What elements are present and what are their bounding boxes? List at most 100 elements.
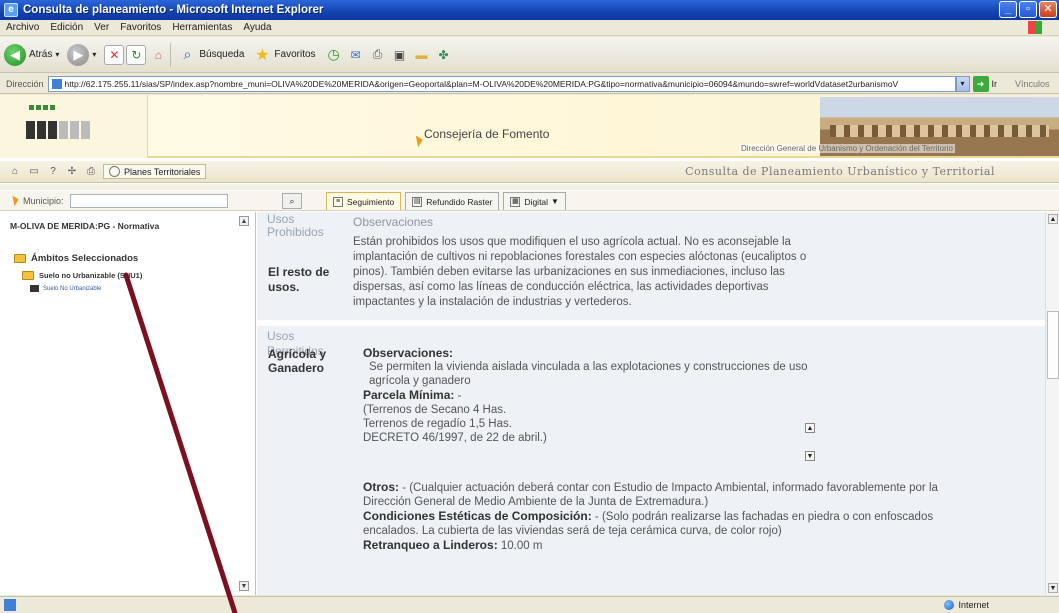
municipio-label: Municipio: [23,195,64,206]
menu-edicion[interactable]: Edición [50,22,83,33]
menu-favoritos[interactable]: Favoritos [120,22,161,33]
otros-text: - (Cualquier actuación deberá contar con… [363,482,938,508]
favorites-label: Favoritos [274,49,316,60]
menu-bar: Archivo Edición Ver Favoritos Herramient… [0,20,1059,36]
menu-ayuda[interactable]: Ayuda [243,22,271,33]
tab-refundido-label: Refundido Raster [426,196,493,207]
forward-dropdown-icon[interactable]: ▾ [92,50,96,59]
favorites-button[interactable]: ★ Favoritos [252,45,315,65]
stop-icon[interactable]: ✕ [104,44,125,65]
menu-ver[interactable]: Ver [94,22,109,33]
url-dropdown-icon[interactable]: ▾ [955,75,970,92]
prohibidos-text: Están prohibidos los usos que modifiquen… [353,236,807,308]
go-button[interactable]: Ir [992,79,998,89]
close-button[interactable]: ✕ [1039,1,1057,18]
print-icon[interactable]: ⎙ [368,45,388,65]
municipio-arrow-icon [8,195,19,206]
usos-prohibidos-heading: Usos Prohibidos [267,212,324,239]
tree-item-ambitos-label: Ámbitos Seleccionados [31,253,139,264]
tree-scroll-down-icon[interactable]: ▼ [239,581,249,591]
internet-globe-icon [944,600,955,610]
parcela-minima-row: Parcela Mínima: - [363,388,823,403]
search-button[interactable]: ⌕ Búsqueda [177,45,244,65]
back-arrow-icon: ◀ [4,43,26,66]
page-nav-icon[interactable]: ▭ [27,165,41,179]
tree-item-ambitos[interactable]: Ámbitos Seleccionados [14,253,138,264]
menu-archivo[interactable]: Archivo [6,22,39,33]
home-icon[interactable]: ⌂ [148,45,168,65]
inner-scroll-down-icon[interactable]: ▼ [805,451,815,461]
agricola-ganadero-label: Agrícola y Ganadero [268,347,327,375]
search-label: Búsqueda [199,49,245,60]
settings-nav-icon[interactable]: ✢ [65,165,79,179]
minimize-button[interactable]: _ [999,1,1017,18]
magnifier-search-button[interactable]: ⌕ [282,193,302,209]
planes-territoriales-button[interactable]: Planes Territoriales [103,164,207,179]
grid-icon: ▦ [510,196,521,207]
logo-dots [29,105,55,110]
url-text: http://62.175.255.11/sias/SP/index.asp?n… [64,78,899,89]
tree-item-snu1[interactable]: Suelo no Urbanizable (SNU1) [22,271,142,280]
tree-header: M-OLIVA DE MERIDA:PG - Normativa [10,221,160,231]
view-tabs: ≡ Seguimiento ▤ Refundido Raster ▦ Digit… [326,192,570,210]
url-input[interactable]: http://62.175.255.11/sias/SP/index.asp?n… [47,75,956,92]
observaciones-label: Observaciones: [363,346,454,360]
menu-herramientas[interactable]: Herramientas [172,22,232,33]
inner-scroll-up-icon[interactable]: ▲ [805,423,815,433]
folder-icon[interactable]: ▬ [412,45,432,65]
maximize-button[interactable]: ▫ [1019,1,1037,18]
back-button[interactable]: ◀ Atrás ▾ [4,43,59,66]
scroll-down-icon[interactable]: ▼ [1048,583,1058,593]
window-title-bar[interactable]: e Consulta de planeamiento - Microsoft I… [0,0,1059,20]
banner-arrow-icon [411,135,423,148]
site-title: Consulta de Planeamiento Urbanístico y T… [685,165,995,178]
page-status-icon [4,599,16,611]
tree-scroll-up-icon[interactable]: ▲ [239,216,249,226]
edit-icon[interactable]: ▣ [390,45,410,65]
globe-icon [109,166,120,177]
toolbar-separator [170,42,172,67]
tree-item-suelo-label: Suelo No Urbanizable [43,285,102,292]
municipio-input[interactable] [69,193,228,208]
parcela-minima-label: Parcela Mínima: [363,388,455,402]
retranqueo-value: 10.00 m [497,540,543,552]
go-arrow-icon[interactable]: ➜ [972,75,989,92]
tree-item-suelo[interactable]: Suelo No Urbanizable [30,285,101,292]
mail-icon[interactable]: ✉ [346,45,366,65]
history-icon[interactable]: ◷ [324,45,344,65]
content-scrollbar[interactable]: ▲ ▼ [1045,212,1059,595]
forward-button[interactable]: ▶ ▾ [67,43,96,66]
print-nav-icon[interactable]: ⎙ [84,165,98,179]
back-label: Atrás [29,49,53,60]
tab-digital[interactable]: ▦ Digital ▼ [503,192,566,210]
help-nav-icon[interactable]: ? [46,165,60,179]
scroll-up-icon[interactable]: ▲ [1048,214,1058,224]
document-icon: ≡ [333,196,343,207]
parcela-line-regadio: Terrenos de regadío 1,5 Has. [363,418,512,430]
tab-refundido-raster[interactable]: ▤ Refundido Raster [405,192,500,210]
address-bar: Dirección http://62.175.255.11/sias/SP/i… [0,74,1059,94]
scroll-thumb[interactable] [1047,311,1059,379]
normativa-content: Usos Prohibidos Observaciones El resto d… [257,212,1059,595]
condiciones-label: Condiciones Estéticas de Composición: [363,509,592,523]
municipio-bar: Municipio: ⌕ ≡ Seguimiento ▤ Refundido R… [0,191,1059,211]
refresh-icon[interactable]: ↻ [126,44,147,65]
internet-explorer-icon: e [4,3,18,17]
parcela-line-secano: (Terrenos de Secano 4 Has. [363,404,507,416]
parcela-minima-dash: - [454,390,462,402]
page-icon [51,78,62,89]
window-title: Consulta de planeamiento - Microsoft Int… [23,4,324,16]
tab-seguimiento[interactable]: ≡ Seguimiento [326,192,402,210]
tab-digital-dropdown-icon: ▼ [551,197,559,206]
tab-digital-label: Digital [524,196,549,207]
zone-label: Internet [958,600,989,610]
back-dropdown-icon[interactable]: ▾ [55,50,59,59]
observaciones-text: Se permiten la vivienda aislada vinculad… [369,361,808,387]
junta-logo [0,95,148,158]
security-zone: Internet [944,600,989,610]
links-button[interactable]: Vínculos [1015,79,1050,89]
retranqueo-label: Retranqueo a Linderos: [363,538,498,552]
messenger-icon[interactable]: ✤ [434,45,454,65]
site-nav-bar: ⌂ ▭ ? ✢ ⎙ Planes Territoriales Consulta … [0,161,1059,183]
home-nav-icon[interactable]: ⌂ [8,165,22,179]
